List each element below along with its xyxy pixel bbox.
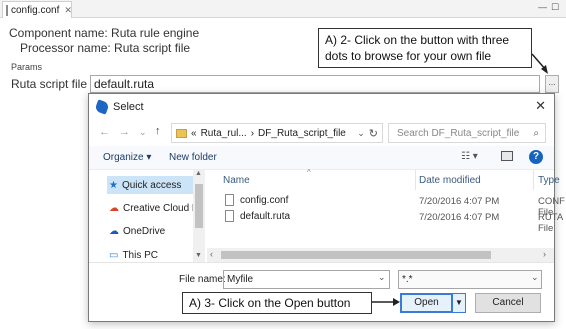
file-date: 7/20/2016 4:07 PM xyxy=(419,196,500,207)
preview-pane-icon[interactable] xyxy=(501,151,513,161)
file-type-filter[interactable]: *.* xyxy=(398,270,542,289)
refresh-icon[interactable]: ↻ xyxy=(369,127,382,140)
breadcrumb-separator: › xyxy=(250,127,255,139)
chevron-down-icon[interactable]: ⌄ xyxy=(139,127,147,138)
scroll-down-icon[interactable]: ▼ xyxy=(195,252,202,259)
breadcrumb-item[interactable]: Ruta_rul... xyxy=(201,128,247,139)
command-bar: Organize ▾ New folder ☷ ▾ ? xyxy=(89,146,554,170)
divider xyxy=(89,262,554,263)
back-icon[interactable]: ← xyxy=(99,126,110,138)
minimize-icon[interactable]: — xyxy=(538,2,547,12)
file-row[interactable]: config.conf xyxy=(225,194,288,206)
column-divider xyxy=(415,170,416,190)
scroll-up-icon[interactable]: ▲ xyxy=(195,170,202,177)
tab-config-conf[interactable]: config.conf ✕ xyxy=(2,1,72,18)
script-file-label: Ruta script file xyxy=(11,77,88,91)
file-icon xyxy=(225,194,234,206)
app-icon xyxy=(94,99,110,115)
close-icon[interactable]: ✕ xyxy=(535,98,546,114)
file-list-scrollbar[interactable]: ‹ › xyxy=(207,248,554,262)
help-icon[interactable]: ? xyxy=(529,150,543,164)
view-options-icon[interactable]: ☷ ▾ xyxy=(461,151,478,162)
callout-browse: A) 2- Click on the button with three dot… xyxy=(318,28,532,68)
processor-name: Processor name: Ruta script file xyxy=(20,41,191,55)
file-row[interactable]: default.ruta xyxy=(225,210,290,222)
address-bar[interactable]: « Ruta_rul... › DF_Ruta_script_file ⌄ ↻ xyxy=(171,123,383,143)
file-icon xyxy=(6,4,8,16)
file-name-label: File name: xyxy=(179,274,226,285)
scroll-right-icon[interactable]: › xyxy=(543,249,546,259)
search-icon: ⌕ xyxy=(533,127,539,139)
file-icon xyxy=(225,210,234,222)
nav-item-label: OneDrive xyxy=(123,225,166,237)
file-name: config.conf xyxy=(240,194,289,206)
search-placeholder: Search DF_Ruta_script_file xyxy=(397,127,520,139)
scroll-thumb[interactable] xyxy=(221,251,491,259)
file-name-input[interactable]: Myfile xyxy=(223,270,390,289)
column-header-date[interactable]: Date modified xyxy=(419,175,481,186)
cancel-button[interactable]: Cancel xyxy=(475,293,541,313)
column-divider xyxy=(533,170,534,190)
new-folder-button[interactable]: New folder xyxy=(169,152,217,163)
file-name: default.ruta xyxy=(240,210,291,222)
dialog-title: Select xyxy=(113,101,144,113)
callout-arrow xyxy=(372,298,400,306)
tab-label: config.conf xyxy=(11,4,60,16)
component-name: Component name: Ruta rule engine xyxy=(9,26,200,40)
open-button[interactable]: Open xyxy=(400,293,453,313)
nav-item-label: This PC xyxy=(122,249,159,261)
cloud-icon: ☁ xyxy=(109,202,119,214)
nav-item-quick-access[interactable]: ★ Quick access xyxy=(107,176,193,194)
column-header-name[interactable]: Name xyxy=(223,175,250,186)
file-date: 7/20/2016 4:07 PM xyxy=(419,212,500,223)
scroll-left-icon[interactable]: ‹ xyxy=(210,249,213,259)
file-type: RUTA File xyxy=(538,212,563,234)
chevron-down-icon[interactable]: ⌄ xyxy=(378,272,386,283)
address-prefix: « xyxy=(191,127,197,139)
open-dropdown-button[interactable]: ▼ xyxy=(452,293,466,313)
nav-item-creative-cloud[interactable]: ☁ Creative Cloud Files xyxy=(109,199,205,217)
script-file-input[interactable]: default.ruta xyxy=(90,75,540,93)
callout-arrow xyxy=(531,53,548,74)
sort-indicator-icon: ^ xyxy=(307,168,311,177)
maximize-icon[interactable]: ☐ xyxy=(551,2,559,13)
forward-icon[interactable]: → xyxy=(119,126,130,138)
params-label: Params xyxy=(11,62,43,72)
cloud-icon: ☁ xyxy=(109,225,119,237)
nav-item-label: Quick access xyxy=(121,179,182,191)
breadcrumb-item[interactable]: DF_Ruta_script_file xyxy=(258,128,346,139)
star-icon: ★ xyxy=(109,179,118,191)
select-dialog: Select ✕ ← → ⌄ ↑ « Ruta_rul... › DF_Ruta… xyxy=(88,93,565,322)
scroll-thumb[interactable] xyxy=(195,184,203,228)
organize-button[interactable]: Organize ▾ xyxy=(103,152,151,163)
callout-browse-line1: A) 2- Click on the button with three xyxy=(325,33,510,47)
editor-tab-bar: config.conf ✕ — ☐ xyxy=(0,0,566,18)
computer-icon: ▭ xyxy=(109,249,119,261)
nav-scrollbar[interactable]: ▲ ▼ xyxy=(193,170,205,262)
column-header-type[interactable]: Type xyxy=(538,175,560,186)
navigation-pane: ★ Quick access ☁ Creative Cloud Files ☁ … xyxy=(89,170,207,262)
dialog-title-bar: Select xyxy=(89,94,554,120)
callout-open: A) 3- Click on the Open button xyxy=(182,292,372,314)
search-input[interactable]: Search DF_Ruta_script_file ⌕ xyxy=(388,123,546,143)
chevron-down-icon[interactable]: ⌄ xyxy=(531,272,539,283)
callout-browse-line2: dots to browse for your own file xyxy=(325,49,492,63)
nav-item-onedrive[interactable]: ☁ OneDrive xyxy=(109,222,205,240)
chevron-down-icon[interactable]: ⌄ xyxy=(357,128,365,139)
up-icon[interactable]: ↑ xyxy=(155,125,161,137)
close-icon[interactable]: ✕ xyxy=(64,5,72,16)
folder-icon xyxy=(176,128,187,138)
